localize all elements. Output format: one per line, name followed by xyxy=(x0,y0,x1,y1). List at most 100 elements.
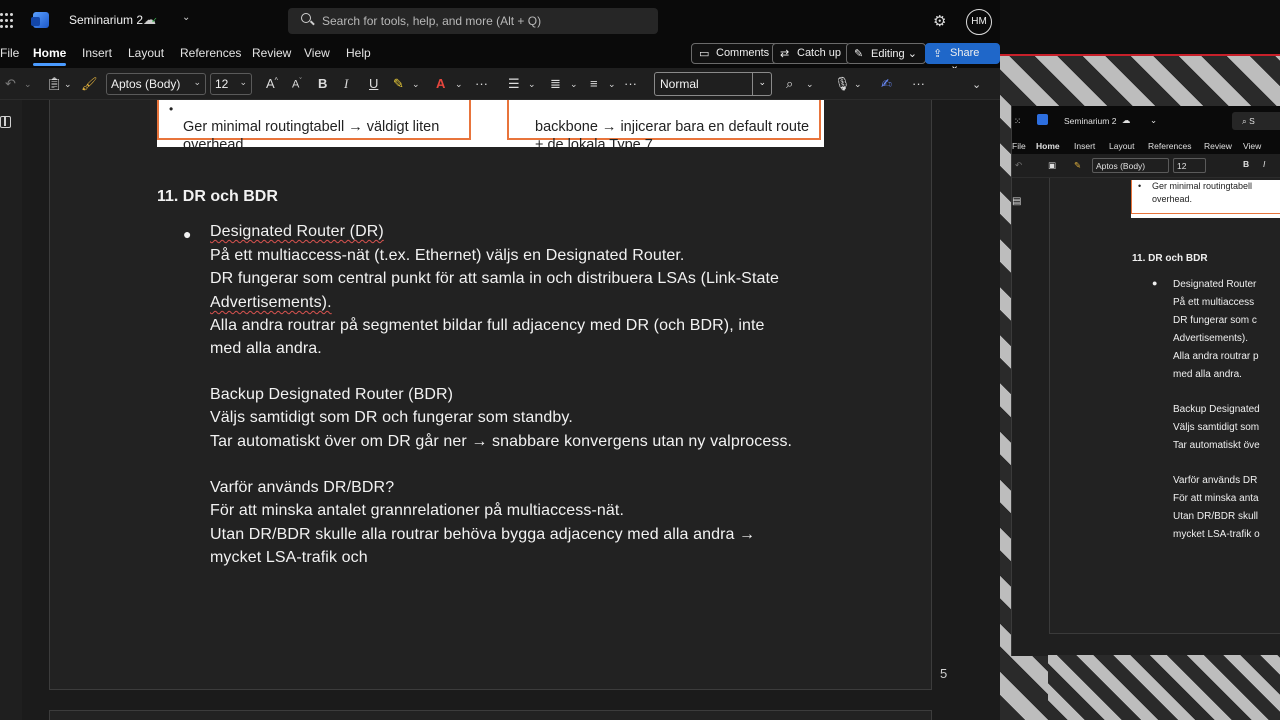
body-line: Utan DR/BDR skulle alla routrar behöva b… xyxy=(210,526,756,543)
cloud-saved-icon xyxy=(143,12,159,26)
stripe-background xyxy=(1048,655,1280,720)
editing-label: Editing xyxy=(871,48,905,60)
mini-toolbar: ↶ ▣ ✎ Aptos (Body) 12 B I xyxy=(1012,154,1280,178)
mini-tab-home: Home xyxy=(1036,141,1060,151)
style-select[interactable]: Normal ⌄ xyxy=(654,72,772,96)
numbering-dropdown-icon[interactable]: ⌄ xyxy=(570,79,578,90)
section-heading: 11. DR och BDR xyxy=(157,188,278,205)
ribbon-tabs: File Home Insert Layout References Revie… xyxy=(0,42,1000,72)
dictate-icon[interactable]: 🎙︎ xyxy=(834,76,851,92)
tab-insert[interactable]: Insert xyxy=(82,46,112,60)
mini-line: Advertisements). xyxy=(1173,333,1249,344)
tab-home[interactable]: Home xyxy=(33,46,67,66)
align-icon[interactable]: ≡ xyxy=(590,76,598,91)
shrink-font-icon[interactable]: Aˇ xyxy=(292,78,302,91)
bullets-dropdown-icon[interactable]: ⌄ xyxy=(528,79,536,90)
format-painter-icon[interactable]: 🖌︎ xyxy=(81,76,98,92)
italic-button[interactable]: I xyxy=(344,76,348,92)
table[interactable]: • Ger minimal routingtabell → väldigt lit… xyxy=(157,100,824,153)
mini-line: med alla andra. xyxy=(1173,369,1242,380)
body-line: DR fungerar som central punkt för att sa… xyxy=(210,270,780,287)
undo-icon[interactable]: ↶ xyxy=(5,76,16,92)
mini-tab-references: References xyxy=(1148,141,1192,151)
chevron-down-icon: ⌄ xyxy=(193,77,201,87)
editor-icon[interactable]: ✍︎ xyxy=(881,76,892,92)
more-font-options-icon[interactable]: ··· xyxy=(475,76,488,91)
document-title[interactable]: Seminarium 2 xyxy=(69,13,143,27)
body-line: Designated Router (DR) xyxy=(210,223,384,240)
grow-font-icon[interactable]: A^ xyxy=(266,76,278,91)
mini-tab-file: File xyxy=(1012,141,1026,151)
paste-dropdown-icon[interactable]: ⌄ xyxy=(64,79,72,90)
format-painter-icon: ✎ xyxy=(1074,160,1082,170)
tab-review[interactable]: Review xyxy=(252,46,291,60)
app-launcher-icon[interactable] xyxy=(0,13,14,29)
body-line: med alla andra. xyxy=(210,340,322,357)
more-paragraph-options-icon[interactable]: ··· xyxy=(624,76,637,91)
paste-icon[interactable]: 📋︎ xyxy=(46,76,63,92)
mini-line: Varför används DR xyxy=(1173,475,1258,486)
more-options-icon[interactable]: ··· xyxy=(912,76,925,91)
body-line: För att minska antalet grannrelationer p… xyxy=(210,502,624,519)
word-logo-icon xyxy=(31,12,49,28)
mini-font-size: 12 xyxy=(1173,158,1206,173)
tab-references[interactable]: References xyxy=(180,46,241,60)
avatar[interactable]: HM xyxy=(966,9,992,35)
mini-line: Alla andra routrar p xyxy=(1173,351,1259,362)
next-page xyxy=(49,710,932,720)
mini-line: Tar automatiskt öve xyxy=(1173,440,1260,451)
collapse-ribbon-icon[interactable]: ⌄ xyxy=(972,78,981,91)
bullets-icon[interactable]: ☰ xyxy=(508,76,520,92)
body-line: Väljs samtidigt som DR och fungerar som … xyxy=(210,409,573,426)
bullet-icon: ● xyxy=(183,226,192,242)
comments-button[interactable]: ▭ Comments xyxy=(691,43,779,64)
body-line: Alla andra routrar på segmentet bildar f… xyxy=(210,317,765,334)
tab-file[interactable]: File xyxy=(0,46,19,60)
find-dropdown-icon[interactable]: ⌄ xyxy=(806,79,814,90)
word-logo-icon xyxy=(1037,114,1048,125)
find-icon[interactable]: ⌕ xyxy=(786,76,793,92)
align-dropdown-icon[interactable]: ⌄ xyxy=(608,79,616,90)
comments-label: Comments xyxy=(716,47,770,59)
catch-up-button[interactable]: ⇄ Catch up xyxy=(772,43,851,64)
search-box[interactable]: Search for tools, help, and more (Alt + … xyxy=(288,8,658,34)
font-name-select[interactable]: Aptos (Body) ⌄ xyxy=(106,73,206,95)
mini-line: Backup Designated xyxy=(1173,404,1260,415)
mini-document-title: Seminarium 2 xyxy=(1064,116,1117,126)
navigation-pane-icon[interactable] xyxy=(0,116,11,128)
font-size-value: 12 xyxy=(215,77,229,91)
mini-line: Väljs samtidigt som xyxy=(1173,422,1260,433)
share-icon: ⇪ xyxy=(933,48,943,60)
share-border xyxy=(1000,54,1280,56)
underline-button[interactable]: U xyxy=(369,76,378,91)
chevron-down-icon: ⌄ xyxy=(1150,115,1158,125)
italic-icon: I xyxy=(1263,159,1266,169)
body-line: Varför används DR/BDR? xyxy=(210,479,395,496)
word-window: Seminarium 2 ⌄ Search for tools, help, a… xyxy=(0,0,1000,720)
dictate-dropdown-icon[interactable]: ⌄ xyxy=(854,79,862,90)
font-color-icon[interactable]: A xyxy=(436,76,445,91)
highlight-icon[interactable]: ✎ xyxy=(393,76,404,92)
font-size-select[interactable]: 12 ⌄ xyxy=(210,73,252,95)
table-cell-left[interactable]: • Ger minimal routingtabell → väldigt lit… xyxy=(157,100,471,153)
numbering-icon[interactable]: ≣ xyxy=(550,76,561,92)
left-rail xyxy=(0,100,22,720)
font-color-dropdown-icon[interactable]: ⌄ xyxy=(455,79,463,90)
tab-help[interactable]: Help xyxy=(346,46,371,60)
share-button[interactable]: ⇪ Share ⌄ xyxy=(925,43,1000,72)
table-cell-right[interactable]: backbone → injicerar bara en default rou… xyxy=(507,100,821,153)
undo-dropdown-icon[interactable]: ⌄ xyxy=(24,79,32,90)
chevron-down-icon: ⌄ xyxy=(758,77,766,87)
tab-view[interactable]: View xyxy=(304,46,330,60)
mini-line: Designated Router xyxy=(1173,279,1257,290)
highlight-dropdown-icon[interactable]: ⌄ xyxy=(412,79,420,90)
mini-tab-review: Review xyxy=(1204,141,1232,151)
chevron-down-icon[interactable]: ⌄ xyxy=(182,12,190,23)
mini-ribbon-tabs: File Home Insert Layout References Revie… xyxy=(1012,136,1280,154)
bold-button[interactable]: B xyxy=(318,76,327,91)
editing-mode-button[interactable]: ✎ Editing ⌄ xyxy=(846,43,926,64)
gear-icon[interactable]: ⚙ xyxy=(933,12,946,30)
tab-layout[interactable]: Layout xyxy=(128,46,164,60)
font-name-value: Aptos (Body) xyxy=(111,77,181,91)
mini-line: För att minska anta xyxy=(1173,493,1259,504)
